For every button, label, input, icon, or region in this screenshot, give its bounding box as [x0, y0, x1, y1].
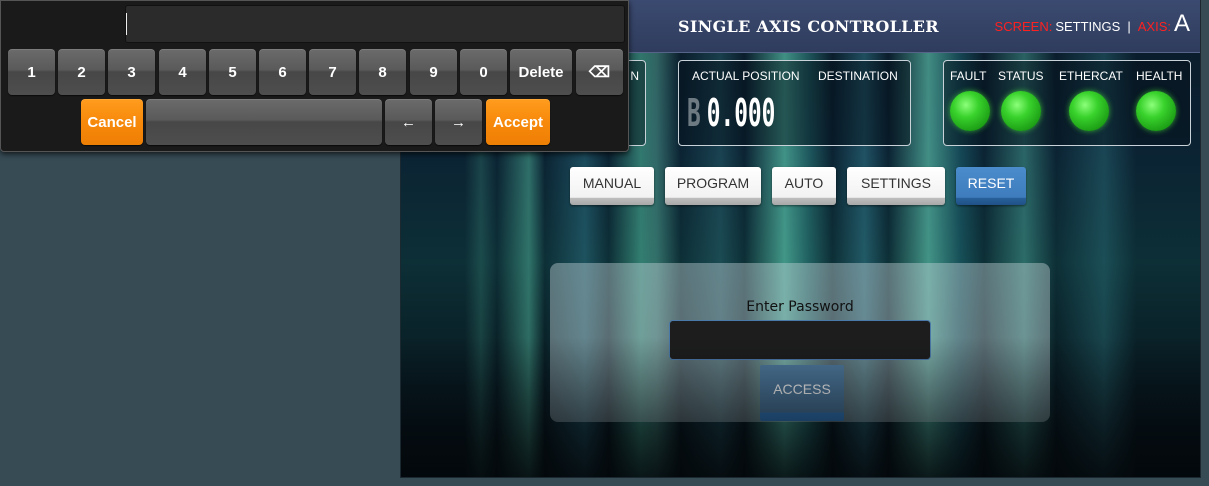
keyboard-preview-input[interactable] — [125, 5, 625, 43]
key-6[interactable]: 6 — [259, 49, 306, 95]
health-label: HEALTH — [1136, 69, 1183, 83]
position-value: 0.000 — [706, 91, 776, 135]
key-3[interactable]: 3 — [108, 49, 155, 95]
screen-label: SCREEN: — [994, 19, 1053, 34]
ethercat-label: ETHERCAT — [1059, 69, 1123, 83]
position-panel: ACTUAL POSITION DESTINATION B 0.000 — [678, 60, 911, 146]
text-caret — [126, 13, 127, 35]
ethercat-led-icon — [1069, 91, 1109, 131]
key-9[interactable]: 9 — [410, 49, 457, 95]
separator: | — [1127, 19, 1131, 34]
screen-value: SETTINGS — [1055, 19, 1121, 34]
key-2[interactable]: 2 — [58, 49, 105, 95]
key-4[interactable]: 4 — [159, 49, 206, 95]
partial-panel-label: N — [630, 69, 639, 83]
backspace-icon[interactable]: ⌫ — [576, 49, 623, 95]
password-panel: Enter Password ACCESS — [550, 263, 1050, 422]
actual-position-label: ACTUAL POSITION — [692, 69, 800, 83]
key-0[interactable]: 0 — [460, 49, 507, 95]
health-led-icon — [1136, 91, 1176, 131]
status-panel: FAULT STATUS ETHERCAT HEALTH — [943, 60, 1191, 146]
delete-key[interactable]: Delete — [510, 49, 572, 95]
destination-label: DESTINATION — [818, 69, 898, 83]
screen-axis-info: SCREEN: SETTINGS | AXIS: A — [995, 10, 1190, 38]
manual-button[interactable]: MANUAL — [570, 167, 654, 205]
settings-button[interactable]: SETTINGS — [847, 167, 945, 205]
key-1[interactable]: 1 — [8, 49, 55, 95]
auto-button[interactable]: AUTO — [772, 167, 836, 205]
fault-led-icon — [950, 91, 990, 131]
program-button[interactable]: PROGRAM — [665, 167, 761, 205]
password-prompt: Enter Password — [746, 299, 854, 315]
accept-key[interactable]: Accept — [486, 99, 550, 145]
key-8[interactable]: 8 — [359, 49, 406, 95]
position-axis-letter: B — [687, 91, 701, 135]
key-7[interactable]: 7 — [309, 49, 356, 95]
cancel-key[interactable]: Cancel — [81, 99, 143, 145]
status-led-icon — [1001, 91, 1041, 131]
arrow-left-icon[interactable]: ← — [385, 99, 432, 145]
arrow-right-icon[interactable]: → — [435, 99, 482, 145]
app-title: SINGLE AXIS CONTROLLER — [678, 17, 939, 36]
position-readout: B 0.000 — [687, 91, 775, 135]
space-key[interactable] — [146, 99, 382, 145]
password-input[interactable] — [669, 320, 931, 360]
access-button[interactable]: ACCESS — [760, 365, 844, 421]
reset-button[interactable]: RESET — [956, 167, 1026, 205]
status-label: STATUS — [998, 69, 1044, 83]
axis-value: A — [1173, 10, 1190, 37]
key-5[interactable]: 5 — [209, 49, 256, 95]
virtual-keyboard: 1 2 3 4 5 6 7 8 9 0 Delete ⌫ Cancel ← → … — [0, 0, 629, 152]
axis-label: AXIS: — [1137, 19, 1171, 34]
fault-label: FAULT — [950, 69, 987, 83]
